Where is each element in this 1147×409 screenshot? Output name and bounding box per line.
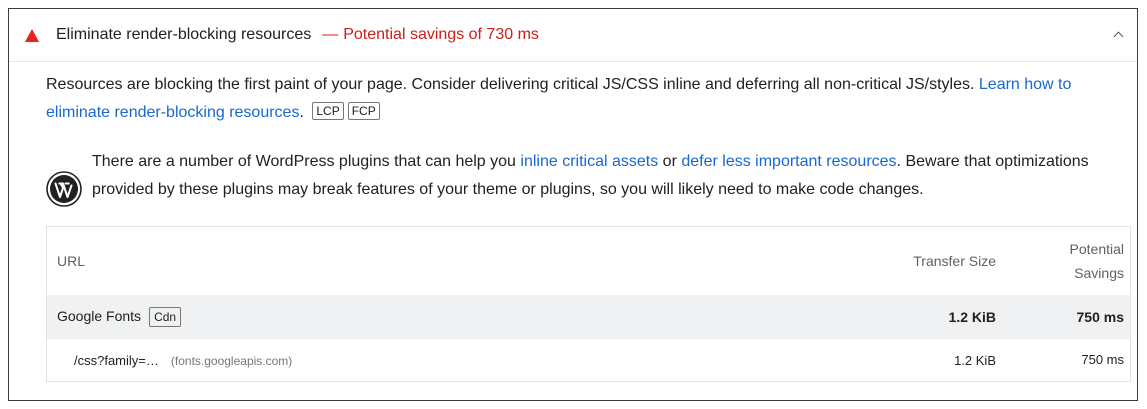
entity-cell: Google Fonts Cdn <box>47 307 856 327</box>
cdn-badge: Cdn <box>149 307 182 327</box>
defer-resources-link[interactable]: defer less important resources <box>681 153 896 170</box>
resource-url-cell: /css?family=… (fonts.googleapis.com) <box>47 353 856 368</box>
inline-critical-assets-link[interactable]: inline critical assets <box>520 153 658 170</box>
wordpress-icon <box>46 171 82 207</box>
table-row-entity: Google Fonts Cdn 1.2 KiB 750 ms <box>47 295 1130 339</box>
audit-header[interactable]: Eliminate render-blocking resources — Po… <box>9 9 1137 62</box>
header-transfer-size: Transfer Size <box>913 253 996 269</box>
audit-description: Resources are blocking the first paint o… <box>46 71 1131 127</box>
entity-savings: 750 ms <box>1076 309 1124 325</box>
entity-transfer-size: 1.2 KiB <box>948 309 996 325</box>
fcp-chip: FCP <box>347 102 380 120</box>
audit-savings: Potential savings of 730 ms <box>343 26 539 43</box>
resource-url[interactable]: /css?family=… <box>74 353 159 368</box>
lcp-chip: LCP <box>312 102 344 120</box>
description-text: Resources are blocking the first paint o… <box>46 76 979 93</box>
audit-title: Eliminate render-blocking resources <box>56 26 312 43</box>
wordpress-text: There are a number of WordPress plugins … <box>92 148 1132 204</box>
table-header: URL Transfer Size Potential Savings <box>47 227 1130 295</box>
warning-triangle-icon <box>25 28 39 42</box>
header-url: URL <box>57 253 86 269</box>
wp-text-2: or <box>658 153 682 170</box>
resources-table: URL Transfer Size Potential Savings Goog… <box>46 226 1131 382</box>
header-savings-line-1: Potential <box>1069 241 1124 257</box>
wp-text-1: There are a number of WordPress plugins … <box>92 153 521 170</box>
table-row: /css?family=… (fonts.googleapis.com) 1.2 … <box>47 339 1130 381</box>
header-savings-line-2: Savings <box>1074 265 1124 281</box>
resource-host: (fonts.googleapis.com) <box>170 353 293 368</box>
audit-panel: Eliminate render-blocking resources — Po… <box>8 8 1138 401</box>
header-potential-savings: Potential Savings <box>996 237 1130 285</box>
resource-transfer-size: 1.2 KiB <box>954 352 996 368</box>
entity-name: Google Fonts <box>57 308 142 324</box>
chevron-up-icon[interactable] <box>1113 30 1123 40</box>
description-period: . <box>299 104 304 121</box>
resource-savings: 750 ms <box>1081 352 1124 367</box>
title-dash: — <box>322 26 339 43</box>
